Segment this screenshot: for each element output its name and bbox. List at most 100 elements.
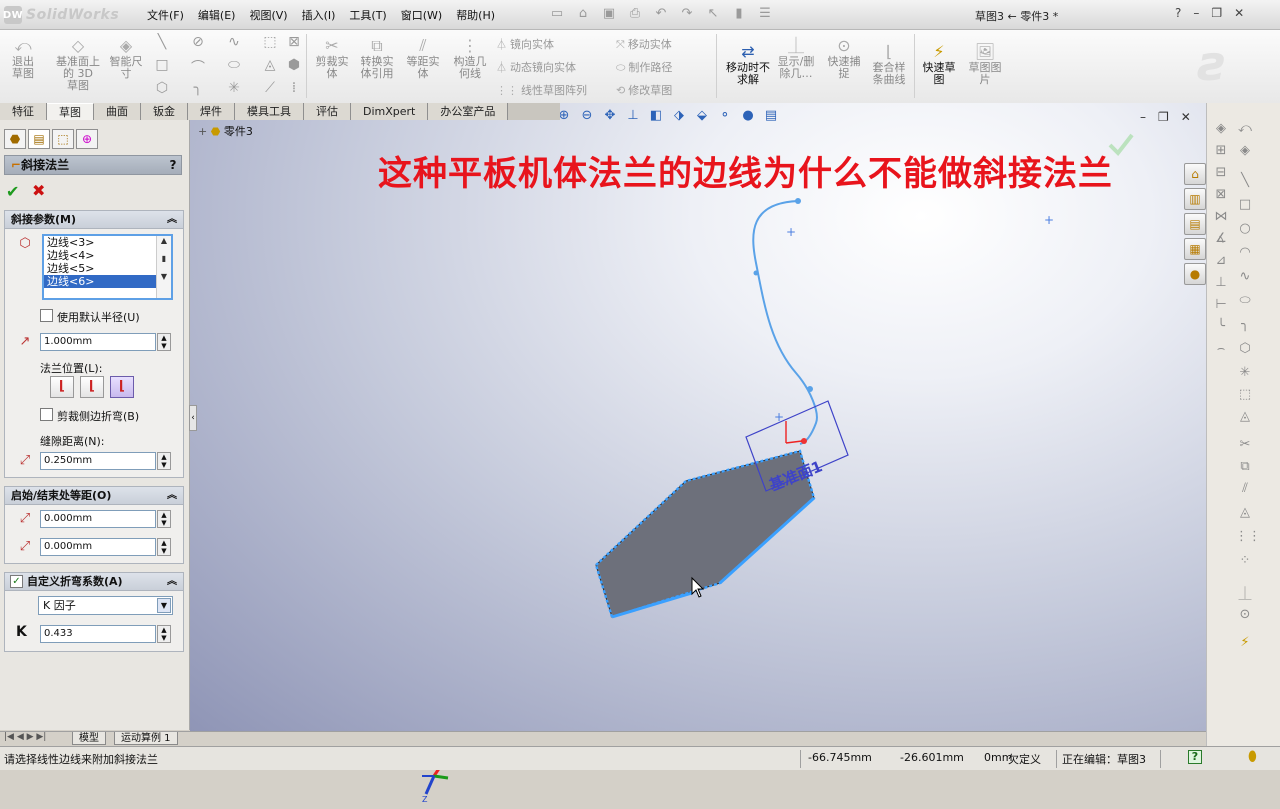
plane-icon[interactable]: ⬚ [1235,387,1255,402]
tab-motion-study[interactable]: 运动算例 1 [114,732,178,745]
tab-sheet-metal[interactable]: 钣金 [141,103,188,120]
baseline-dimension-icon[interactable]: ⊠ [1211,187,1231,202]
panel-splitter-handle[interactable]: ‹ [189,405,197,431]
restore-button[interactable]: ❐ [1211,6,1222,20]
show-delete-relations-button[interactable]: ⏊ 显示/删除几… [774,36,818,80]
tab-evaluate[interactable]: 评估 [304,103,351,120]
ordinate-dimension-icon[interactable]: ⋈ [1211,209,1231,224]
quick-snaps-button[interactable]: ⊙ 快速捕捉 [824,36,864,80]
rebuild-icon[interactable]: ▮ [730,5,748,23]
trim-side-bends-checkbox[interactable] [40,408,53,421]
exit-sketch-button[interactable]: ⤺ 退出草图 [8,36,38,80]
relation-icon[interactable]: ⊥ [1211,275,1231,290]
list-item-selected[interactable]: 边线<6> [44,275,156,288]
move-entities-button[interactable]: ⤧ 移动实体 [616,36,672,52]
circle-icon[interactable]: ⊘ [190,34,206,50]
spline-point[interactable] [807,386,813,392]
menu-insert[interactable]: 插入(I) [295,7,343,25]
linear-pattern-button[interactable]: ⋮⋮ 线性草图阵列 [496,82,587,98]
collapse-icon[interactable]: ︽ [167,487,177,505]
save-icon[interactable]: ▣ [600,5,618,23]
exit-sketch-icon[interactable]: ⤺ [1235,121,1255,136]
gap-distance-spinner[interactable]: ▲ ▼ [157,452,171,470]
list-item[interactable]: 边线<5> [44,262,156,275]
circular-pattern-icon[interactable]: ⁘ [1235,553,1255,568]
tab-scroll-arrows-icon[interactable]: |◀ ◀ ▶ ▶| [4,732,46,742]
point-icon[interactable]: ◬ [262,57,278,73]
rapid-sketch-button[interactable]: ⚡ 快速草图 [918,42,960,86]
group-header[interactable]: 斜接参数(M) ︽ [5,211,183,229]
pattern-icon[interactable]: ⋮⋮ [1235,529,1261,544]
menu-view[interactable]: 视图(V) [242,7,294,25]
quick-snap-icon[interactable]: ⊙ [1235,607,1255,622]
redo-icon[interactable]: ↷ [678,5,696,23]
spline-icon[interactable]: ∿ [1235,269,1255,284]
panel-help-button[interactable]: ? [165,156,181,174]
menu-help[interactable]: 帮助(H) [449,7,502,25]
minimize-button[interactable]: – [1193,6,1199,20]
convert-entities-button[interactable]: ⧉ 转换实体引用 [357,36,397,80]
open-icon[interactable]: ⌂ [574,5,592,23]
view-palette-icon[interactable]: ▦ [1184,238,1206,260]
spline-icon[interactable]: ∿ [226,34,242,50]
arc-icon[interactable]: ◠ [1235,245,1255,260]
polygon-icon[interactable]: ⬡ [1235,341,1255,356]
construction-icon[interactable]: ⟋ [262,80,278,96]
file-explorer-icon[interactable]: ▤ [1184,213,1206,235]
vertical-dimension-icon[interactable]: ⊟ [1211,165,1231,180]
tab-sketch[interactable]: 草图 [47,103,94,120]
ellipse-icon[interactable]: ⬭ [1235,293,1255,308]
smart-dim-icon[interactable]: ◈ [1235,143,1255,158]
smart-dimension-icon[interactable]: ◈ [1211,121,1231,136]
spline-point[interactable] [795,198,801,204]
design-library-icon[interactable]: ▥ [1184,188,1206,210]
start-offset-spinner[interactable]: ▲ ▼ [157,510,171,528]
fillet-icon[interactable]: ╮ [1235,317,1255,332]
circle-icon[interactable]: ○ [1235,221,1255,236]
tab-weldments[interactable]: 焊件 [188,103,235,120]
tab-office-products[interactable]: 办公室产品 [428,103,509,120]
end-offset-input[interactable]: 0.000mm [40,538,156,556]
home-icon[interactable]: ⌂ [1184,163,1206,185]
undo-icon[interactable]: ↶ [652,5,670,23]
material-outside-button[interactable]: ⌊ [80,376,104,398]
arc-icon[interactable]: ⌒ [190,57,206,77]
graphics-area[interactable]: ⊕ ⊖ ✥ ⊥ ◧ ⬗ ⬙ ⚬ ● ▤ – ❐ ✕ + ⬣ 零件3 这种平板机体… [190,103,1206,804]
sketch-picture-button[interactable]: 🖼 草图图片 [964,42,1006,86]
chamfer-dimension-icon[interactable]: ⊿ [1211,253,1231,268]
solidworks-logo[interactable]: DW SolidWorks [3,5,119,25]
point-icon[interactable]: ✳ [1235,365,1255,380]
bend-outside-button[interactable]: ⌊ [110,376,134,398]
offset-icon[interactable]: ⫽ [1235,481,1255,496]
chevron-down-icon[interactable]: ▼ [157,598,171,613]
text-tool-icon[interactable]: ⊠ [286,34,302,50]
rectangle-icon[interactable]: □ [1235,197,1255,212]
relations-icon[interactable]: ⏊ [1235,583,1255,602]
modify-sketch-button[interactable]: ⟲ 修改草图 [616,82,672,98]
bend-radius-input[interactable]: 1.000mm [40,333,156,351]
tab-mold-tools[interactable]: 模具工具 [235,103,304,120]
move-without-solve-button[interactable]: ⇄ 移动时不求解 [726,42,770,86]
list-item[interactable]: 边线<3> [44,236,156,249]
trim-icon[interactable]: ✂ [1235,437,1255,452]
property-manager-tab-icon[interactable]: ▤ [28,129,50,149]
tab-features[interactable]: 特征 [0,103,47,120]
tab-dimxpert[interactable]: DimXpert [351,103,429,120]
3d-sketch-on-plane-button[interactable]: ◇ 基准面上的 3D 草图 [56,36,100,92]
menu-file[interactable]: 文件(F) [140,7,191,25]
gap-distance-input[interactable]: 0.250mm [40,452,156,470]
ok-button[interactable]: ✔ [6,182,19,201]
bend-radius-spinner[interactable]: ▲ ▼ [157,333,171,351]
construction-geometry-button[interactable]: ⋮ 构造几何线 [450,36,490,80]
centerline-icon[interactable]: ✳ [226,80,242,96]
angle-dimension-icon[interactable]: ∡ [1211,231,1231,246]
rapid-sketch-icon[interactable]: ⚡ [1235,635,1255,650]
mirror-entities-button[interactable]: ⏃ 镜向实体 [496,36,554,52]
fully-define-icon[interactable]: ⊢ [1211,297,1231,312]
sketch-fillet-icon[interactable]: ╰ [1211,319,1231,334]
close-button[interactable]: ✕ [1234,6,1244,20]
cancel-button[interactable]: ✖ [32,181,45,200]
list-scrollbar[interactable]: ▲ ▮ ▼ [156,236,171,298]
tab-model[interactable]: 模型 [72,732,106,745]
polygon-icon[interactable]: ⬢ [286,57,302,73]
